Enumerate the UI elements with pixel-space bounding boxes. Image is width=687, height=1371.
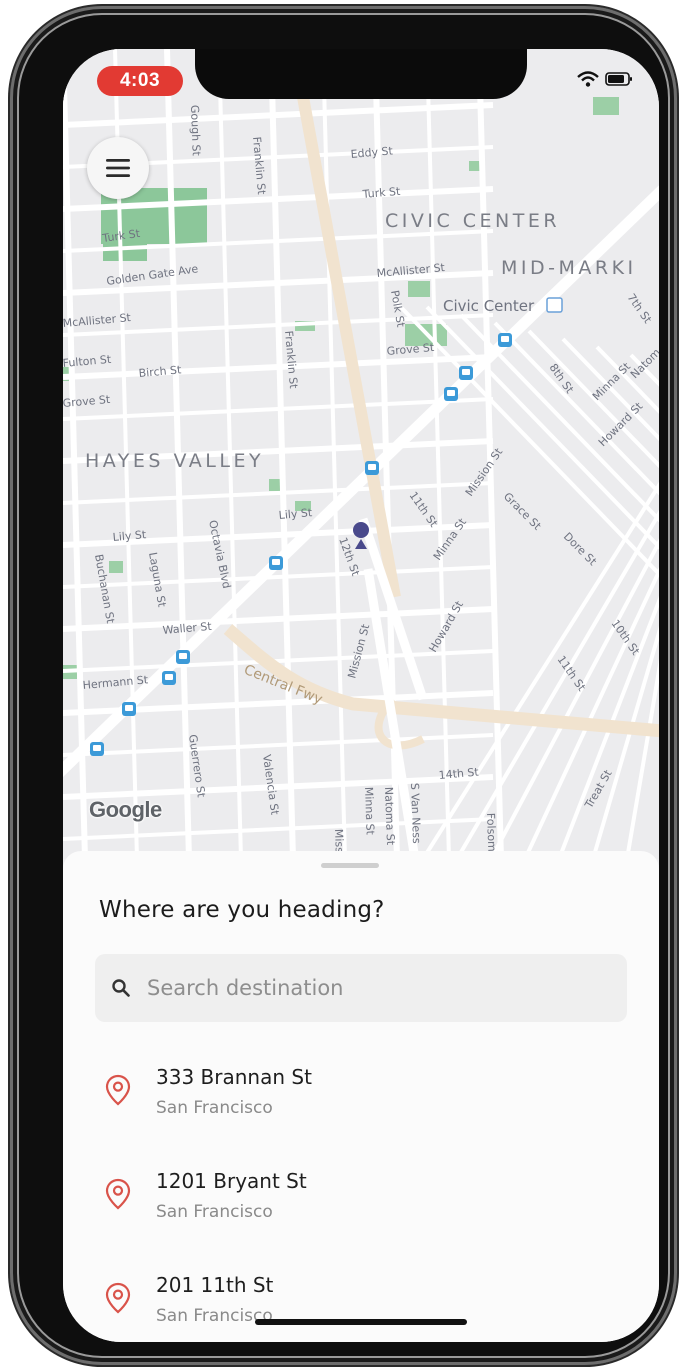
- transit-stop-glyph: [447, 390, 455, 396]
- destination-sheet: Where are you heading? Search destinatio…: [63, 851, 659, 1342]
- destination-item[interactable]: 333 Brannan St San Francisco: [63, 1047, 659, 1151]
- street-label: Gough St: [188, 105, 203, 157]
- google-attribution: Google: [89, 797, 162, 822]
- street-label: Folsom: [484, 813, 498, 852]
- home-indicator[interactable]: [255, 1319, 467, 1325]
- location-pin-icon: [105, 1074, 131, 1110]
- phone-frame: CIVIC CENTER MID-MARKI HAYES VALLEY Civi…: [10, 6, 677, 1365]
- sheet-grabber[interactable]: [321, 863, 379, 868]
- destination-name: 1201 Bryant St: [156, 1169, 307, 1193]
- street-label: Minna St: [362, 787, 377, 836]
- menu-button[interactable]: [87, 137, 149, 199]
- user-location-dot: [353, 522, 369, 538]
- transit-stop-glyph: [462, 369, 470, 375]
- district-label: HAYES VALLEY: [85, 450, 264, 472]
- transit-stop-glyph: [125, 705, 133, 711]
- transit-stop-glyph: [368, 464, 376, 470]
- street-label: S Van Ness: [408, 783, 423, 845]
- destination-item[interactable]: 201 11th St San Francisco: [63, 1255, 659, 1342]
- district-label: MID-MARKI: [501, 257, 637, 279]
- transit-stop-glyph: [272, 559, 280, 565]
- transit-stop-glyph: [165, 674, 173, 680]
- map-view[interactable]: CIVIC CENTER MID-MARKI HAYES VALLEY Civi…: [63, 49, 659, 859]
- location-pin-icon: [105, 1282, 131, 1318]
- poi-label: Civic Center: [443, 297, 535, 315]
- destination-name: 201 11th St: [156, 1273, 274, 1297]
- district-label: CIVIC CENTER: [385, 210, 560, 232]
- status-time: 4:03: [97, 66, 183, 96]
- map-canvas[interactable]: CIVIC CENTER MID-MARKI HAYES VALLEY Civi…: [63, 49, 659, 859]
- hamburger-icon: [106, 159, 130, 177]
- screen: CIVIC CENTER MID-MARKI HAYES VALLEY Civi…: [63, 49, 659, 1342]
- destination-city: San Francisco: [156, 1202, 273, 1222]
- search-bar[interactable]: [95, 954, 627, 1022]
- battery-icon: [605, 72, 632, 86]
- camera-notch: [195, 49, 527, 99]
- bart-icon: [546, 297, 563, 313]
- park: [109, 561, 123, 573]
- search-icon: [109, 976, 133, 1000]
- wifi-icon: [577, 71, 599, 87]
- destination-name: 333 Brannan St: [156, 1065, 312, 1089]
- location-pin-icon: [105, 1178, 131, 1214]
- sheet-title: Where are you heading?: [99, 897, 385, 923]
- park: [408, 281, 430, 297]
- search-destination-input[interactable]: [147, 976, 587, 1000]
- transit-stop-glyph: [93, 745, 101, 751]
- destination-city: San Francisco: [156, 1098, 273, 1118]
- status-icons: [577, 71, 633, 87]
- park: [593, 97, 619, 115]
- recent-destinations-list: 333 Brannan St San Francisco 1201 Bryant…: [63, 1047, 659, 1342]
- street-label: Natoma St: [382, 787, 397, 846]
- transit-stop-glyph: [179, 653, 187, 659]
- transit-stop-glyph: [501, 336, 509, 342]
- destination-item[interactable]: 1201 Bryant St San Francisco: [63, 1151, 659, 1255]
